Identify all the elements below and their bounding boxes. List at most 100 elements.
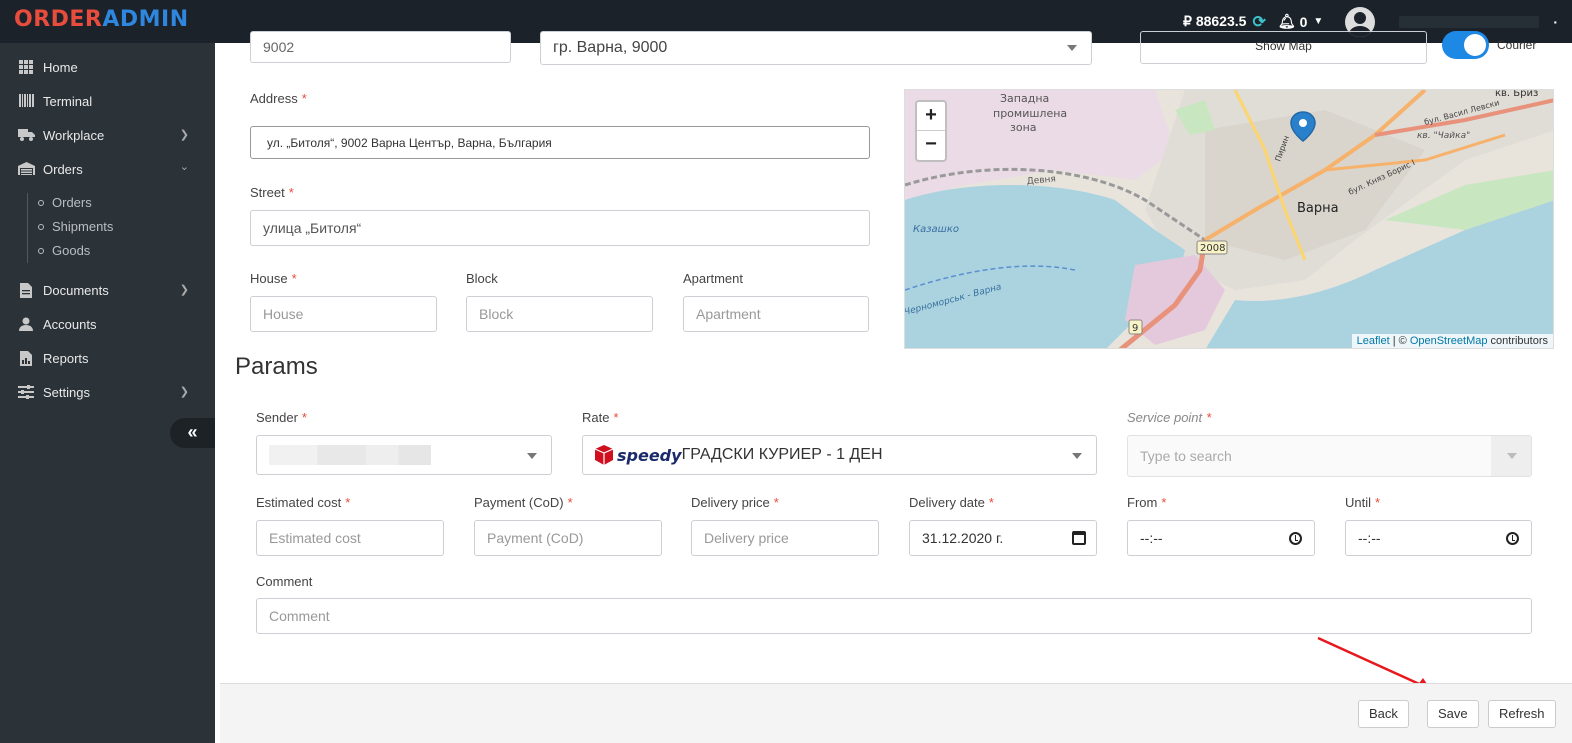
street-input[interactable]: улица „Битоля“ bbox=[250, 210, 870, 246]
sidebar-item-accounts[interactable]: Accounts bbox=[0, 307, 215, 341]
required-mark: * bbox=[1206, 410, 1212, 425]
calendar-icon[interactable] bbox=[1072, 531, 1086, 545]
notification-count[interactable]: 0 bbox=[1300, 14, 1308, 30]
until-time-input[interactable]: --:-- bbox=[1345, 520, 1532, 556]
back-button[interactable]: Back bbox=[1358, 700, 1409, 728]
required-mark: * bbox=[1375, 495, 1381, 510]
sliders-icon bbox=[17, 385, 35, 399]
leaflet-link[interactable]: Leaflet bbox=[1357, 335, 1390, 347]
speedy-logo: speedy bbox=[617, 445, 682, 465]
delivery-date-label: Delivery date * bbox=[909, 495, 994, 510]
rate-label: Rate * bbox=[582, 410, 619, 425]
service-point-dropdown[interactable] bbox=[1491, 436, 1531, 476]
comment-input[interactable]: Comment bbox=[256, 598, 1532, 634]
main-content: 9002 гр. Варна, 9000 Show Map Courier Ad… bbox=[215, 31, 1572, 743]
sidebar-item-documents[interactable]: Documents ❯ bbox=[0, 273, 215, 307]
address-label: Address * bbox=[250, 91, 307, 106]
sidebar-item-reports[interactable]: Reports bbox=[0, 341, 215, 375]
sidebar-item-settings[interactable]: Settings ❯ bbox=[0, 375, 215, 409]
apartment-input[interactable]: Apartment bbox=[683, 296, 869, 332]
sidebar-item-home[interactable]: Home bbox=[0, 50, 215, 84]
form-footer: Back Save Refresh bbox=[220, 683, 1572, 743]
refresh-balance-icon[interactable]: ⟳ bbox=[1252, 12, 1265, 32]
from-time-input[interactable]: --:-- bbox=[1127, 520, 1315, 556]
estimated-cost-input[interactable]: Estimated cost bbox=[256, 520, 444, 556]
address-label-text: Address bbox=[250, 91, 298, 106]
show-map-button[interactable]: Show Map bbox=[1140, 31, 1427, 64]
attribution-sep: | © bbox=[1389, 335, 1410, 347]
map-view[interactable]: Варна Западна промишлена зона Казашко 20… bbox=[904, 89, 1554, 349]
report-icon bbox=[17, 351, 35, 366]
postcode-input[interactable]: 9002 bbox=[250, 31, 511, 63]
clock-icon[interactable] bbox=[1289, 532, 1302, 545]
chevron-down-icon[interactable]: ▼ bbox=[1313, 16, 1323, 27]
sidebar-item-workplace[interactable]: Workplace ❯ bbox=[0, 118, 215, 152]
map-label-kazashko: Казашко bbox=[913, 224, 959, 235]
estimated-cost-label: Estimated cost * bbox=[256, 495, 350, 510]
sidebar-item-label: Settings bbox=[43, 384, 90, 400]
payment-input[interactable]: Payment (CoD) bbox=[474, 520, 662, 556]
until-label-text: Until bbox=[1345, 495, 1372, 510]
postcode-value: 9002 bbox=[263, 39, 295, 55]
block-label-text: Block bbox=[466, 271, 498, 286]
zoom-out-button[interactable]: − bbox=[917, 131, 945, 160]
courier-toggle[interactable] bbox=[1442, 31, 1489, 59]
rate-select[interactable]: speedy ГРАДСКИ КУРИЕР - 1 ДЕН bbox=[582, 435, 1097, 475]
street-value: улица „Битоля“ bbox=[263, 220, 362, 236]
rate-value: ГРАДСКИ КУРИЕР - 1 ДЕН bbox=[681, 446, 883, 463]
sidebar-item-orders[interactable]: Orders ⌄ bbox=[0, 152, 215, 186]
sender-select[interactable] bbox=[256, 435, 552, 475]
bell-icon[interactable]: 🔔︎ bbox=[1278, 13, 1296, 30]
chevron-right-icon: ❯ bbox=[179, 129, 189, 141]
sidebar-subitem-orders[interactable]: Orders bbox=[38, 195, 92, 210]
sidebar: Home Terminal Workplace ❯ Orders ⌄ Order… bbox=[0, 43, 215, 743]
circle-icon bbox=[38, 223, 44, 230]
osm-link[interactable]: OpenStreetMap bbox=[1410, 335, 1488, 347]
sidebar-subitem-label: Orders bbox=[52, 195, 92, 210]
zoom-in-button[interactable]: + bbox=[917, 102, 945, 131]
sidebar-subitem-label: Shipments bbox=[52, 219, 114, 234]
required-mark: * bbox=[1161, 495, 1167, 510]
speedy-box-icon bbox=[595, 445, 613, 465]
required-mark: * bbox=[773, 495, 779, 510]
brand-logo[interactable]: ORDERADMIN bbox=[14, 7, 189, 32]
map-attribution: Leaflet | © OpenStreetMap contributors bbox=[1351, 334, 1553, 348]
block-input[interactable]: Block bbox=[466, 296, 653, 332]
comment-label: Comment bbox=[256, 574, 312, 589]
toggle-knob bbox=[1464, 34, 1486, 56]
required-mark: * bbox=[291, 271, 297, 286]
save-button[interactable]: Save bbox=[1427, 700, 1479, 728]
city-select[interactable]: гр. Варна, 9000 bbox=[540, 31, 1092, 65]
show-map-label: Show Map bbox=[1255, 39, 1312, 53]
chevron-down-icon bbox=[1072, 453, 1082, 459]
payment-placeholder: Payment (CoD) bbox=[487, 530, 584, 546]
block-placeholder: Block bbox=[479, 306, 514, 322]
address-input[interactable]: ул. „Битоля“, 9002 Варна Център, Варна, … bbox=[250, 126, 870, 159]
from-label: From * bbox=[1127, 495, 1166, 510]
required-mark: * bbox=[301, 91, 307, 106]
user-menu-dot[interactable]: · bbox=[1553, 14, 1558, 30]
service-point-input[interactable]: Type to search bbox=[1127, 435, 1532, 477]
collapse-sidebar-button[interactable]: « bbox=[170, 418, 215, 448]
refresh-button[interactable]: Refresh bbox=[1488, 700, 1556, 728]
house-input[interactable]: House bbox=[250, 296, 437, 332]
user-name-redacted[interactable] bbox=[1399, 15, 1540, 28]
circle-icon bbox=[38, 199, 44, 206]
apartment-label: Apartment bbox=[683, 271, 743, 286]
delivery-date-label-text: Delivery date bbox=[909, 495, 985, 510]
user-icon bbox=[17, 317, 35, 331]
street-label-text: Street bbox=[250, 185, 285, 200]
sidebar-item-terminal[interactable]: Terminal bbox=[0, 84, 215, 118]
delivery-date-input[interactable]: 31.12.2020 г. bbox=[909, 520, 1097, 556]
sidebar-subitem-shipments[interactable]: Shipments bbox=[38, 219, 113, 234]
delivery-date-value: 31.12.2020 г. bbox=[922, 530, 1004, 546]
brand-part1: ORDER bbox=[14, 7, 103, 32]
circle-icon bbox=[38, 247, 44, 254]
until-label: Until * bbox=[1345, 495, 1380, 510]
delivery-price-input[interactable]: Delivery price bbox=[691, 520, 879, 556]
required-mark: * bbox=[988, 495, 994, 510]
sidebar-subitem-goods[interactable]: Goods bbox=[38, 243, 90, 258]
sidebar-subitem-label: Goods bbox=[52, 243, 91, 258]
comment-label-text: Comment bbox=[256, 574, 313, 589]
clock-icon[interactable] bbox=[1506, 532, 1519, 545]
